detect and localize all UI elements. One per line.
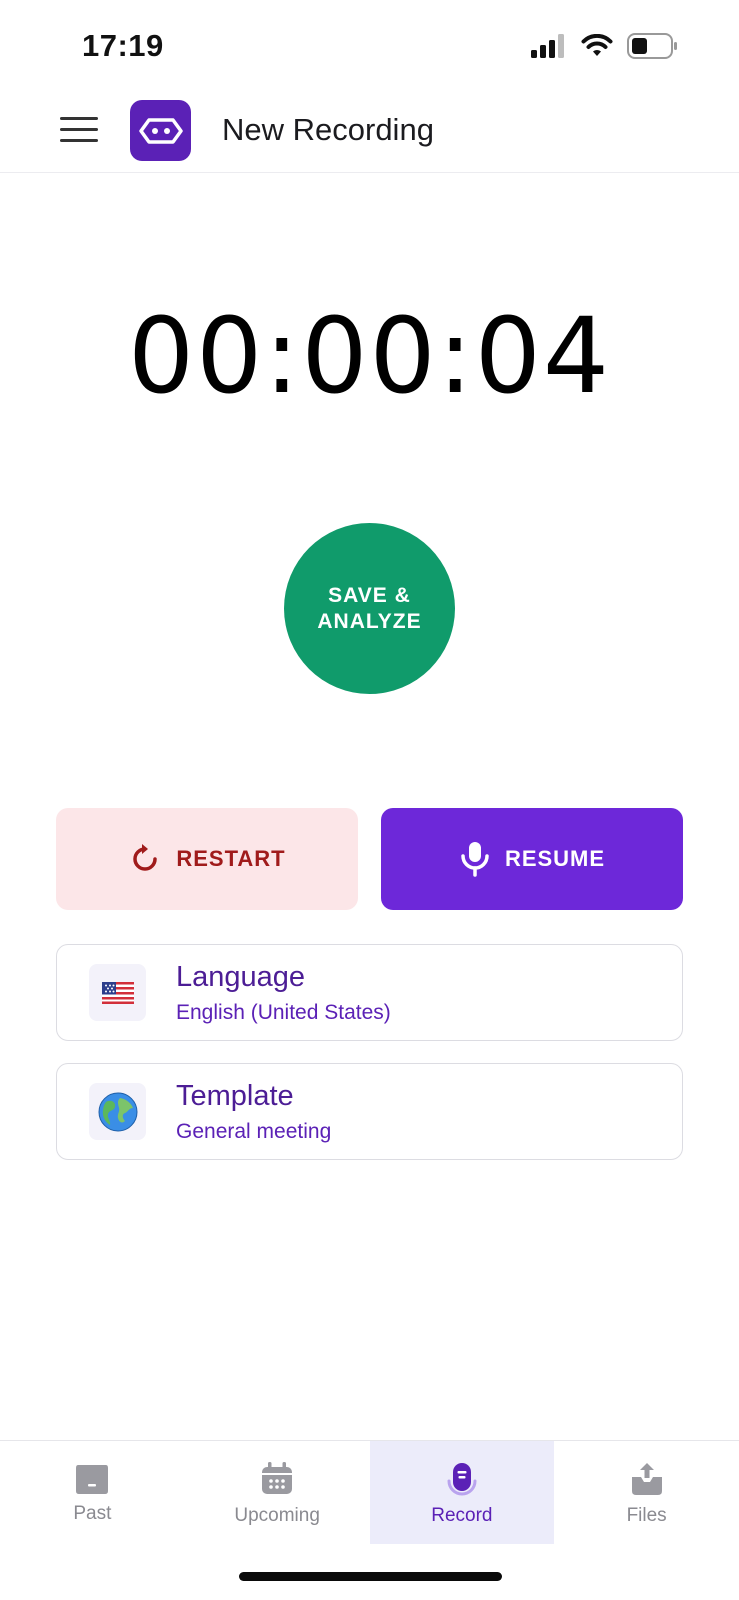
restart-button[interactable]: RESTART <box>56 808 358 910</box>
status-icons <box>531 33 679 59</box>
recording-controls: RESTART RESUME <box>56 808 683 910</box>
language-value: English (United States) <box>176 1001 391 1024</box>
restart-icon <box>133 844 158 871</box>
microphone-icon <box>461 842 489 877</box>
nav-tab-past[interactable]: Past <box>0 1441 185 1544</box>
home-indicator <box>239 1572 502 1581</box>
hamburger-menu-icon[interactable] <box>58 111 100 149</box>
nav-tab-files[interactable]: Files <box>554 1441 739 1544</box>
template-title: Template <box>176 1080 294 1112</box>
nav-label-past: Past <box>73 1503 112 1524</box>
folder-icon <box>76 1465 109 1494</box>
nav-label-upcoming: Upcoming <box>234 1505 320 1526</box>
battery-icon <box>627 33 677 59</box>
page-title: New Recording <box>222 112 434 147</box>
us-flag-icon <box>89 964 146 1021</box>
bottom-navigation: Past Upcoming Record Files <box>0 1440 739 1544</box>
nav-label-record: Record <box>431 1505 493 1526</box>
robot-face-icon <box>130 100 191 161</box>
template-selector[interactable]: Template General meeting <box>56 1063 683 1160</box>
save-analyze-button[interactable]: SAVE & ANALYZE <box>284 523 455 694</box>
language-title: Language <box>176 961 306 993</box>
restart-label: RESTART <box>176 846 286 871</box>
save-label-line1: SAVE & <box>328 583 411 607</box>
wifi-icon <box>581 34 613 56</box>
status-time: 17:19 <box>82 28 164 63</box>
recording-timer: 00:00:04 <box>127 295 612 417</box>
nav-tab-upcoming[interactable]: Upcoming <box>185 1441 370 1544</box>
globe-icon <box>89 1083 146 1140</box>
upload-tray-icon <box>631 1463 662 1495</box>
nav-tab-record[interactable]: Record <box>369 1441 555 1544</box>
save-analyze-label: SAVE & ANALYZE <box>317 583 421 635</box>
save-label-line2: ANALYZE <box>317 609 422 633</box>
resume-button[interactable]: RESUME <box>381 808 683 910</box>
nav-label-files: Files <box>626 1505 667 1526</box>
calendar-icon <box>262 1462 293 1494</box>
record-mic-icon <box>447 1463 477 1496</box>
language-selector[interactable]: Language English (United States) <box>56 944 683 1041</box>
app-header: New Recording <box>0 90 739 173</box>
resume-label: RESUME <box>504 846 606 871</box>
signal-icon <box>531 34 564 58</box>
template-value: General meeting <box>176 1120 332 1143</box>
